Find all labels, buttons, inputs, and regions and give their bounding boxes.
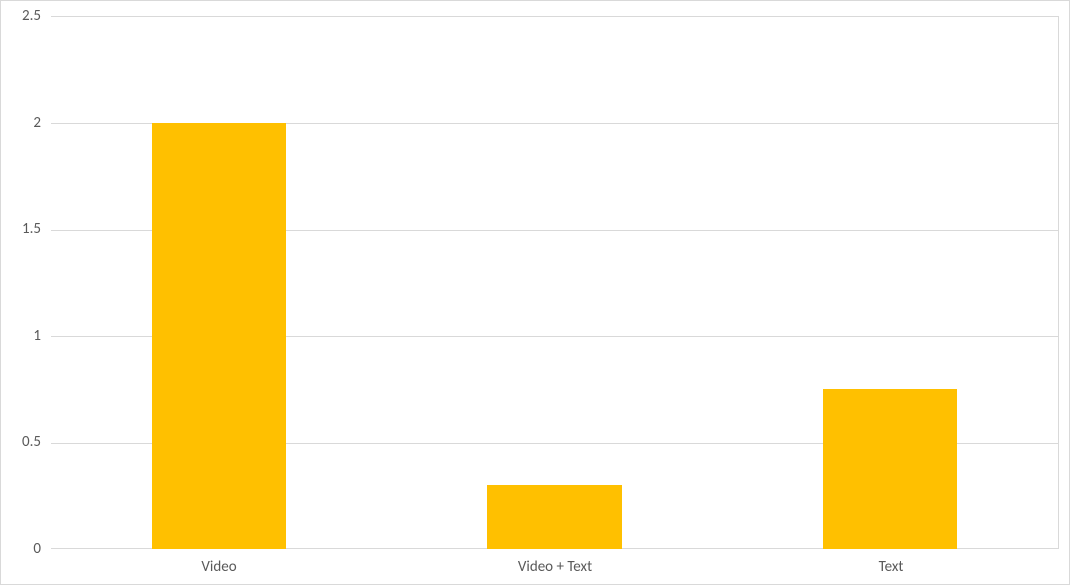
bar — [152, 123, 286, 549]
y-tick-label: 0 — [33, 540, 41, 558]
y-tick-label: 2 — [33, 114, 41, 132]
bar-slot — [51, 17, 387, 549]
x-tick-label: Video — [51, 552, 387, 584]
bars-area — [51, 17, 1058, 549]
chart-container: 2.5 2 1.5 1 0.5 0 VideoVideo + TextText — [0, 0, 1070, 585]
bar-slot — [722, 17, 1058, 549]
y-tick-label: 1 — [33, 327, 41, 345]
bar — [823, 389, 957, 549]
y-tick-label: 2.5 — [22, 7, 41, 25]
plot-area — [51, 16, 1059, 549]
y-axis: 2.5 2 1.5 1 0.5 0 — [1, 16, 46, 549]
y-tick-label: 0.5 — [22, 433, 41, 451]
bar — [487, 485, 621, 549]
x-tick-label: Text — [723, 552, 1059, 584]
bar-slot — [387, 17, 723, 549]
y-tick-label: 1.5 — [22, 220, 41, 238]
x-tick-label: Video + Text — [387, 552, 723, 584]
x-axis: VideoVideo + TextText — [51, 552, 1059, 584]
